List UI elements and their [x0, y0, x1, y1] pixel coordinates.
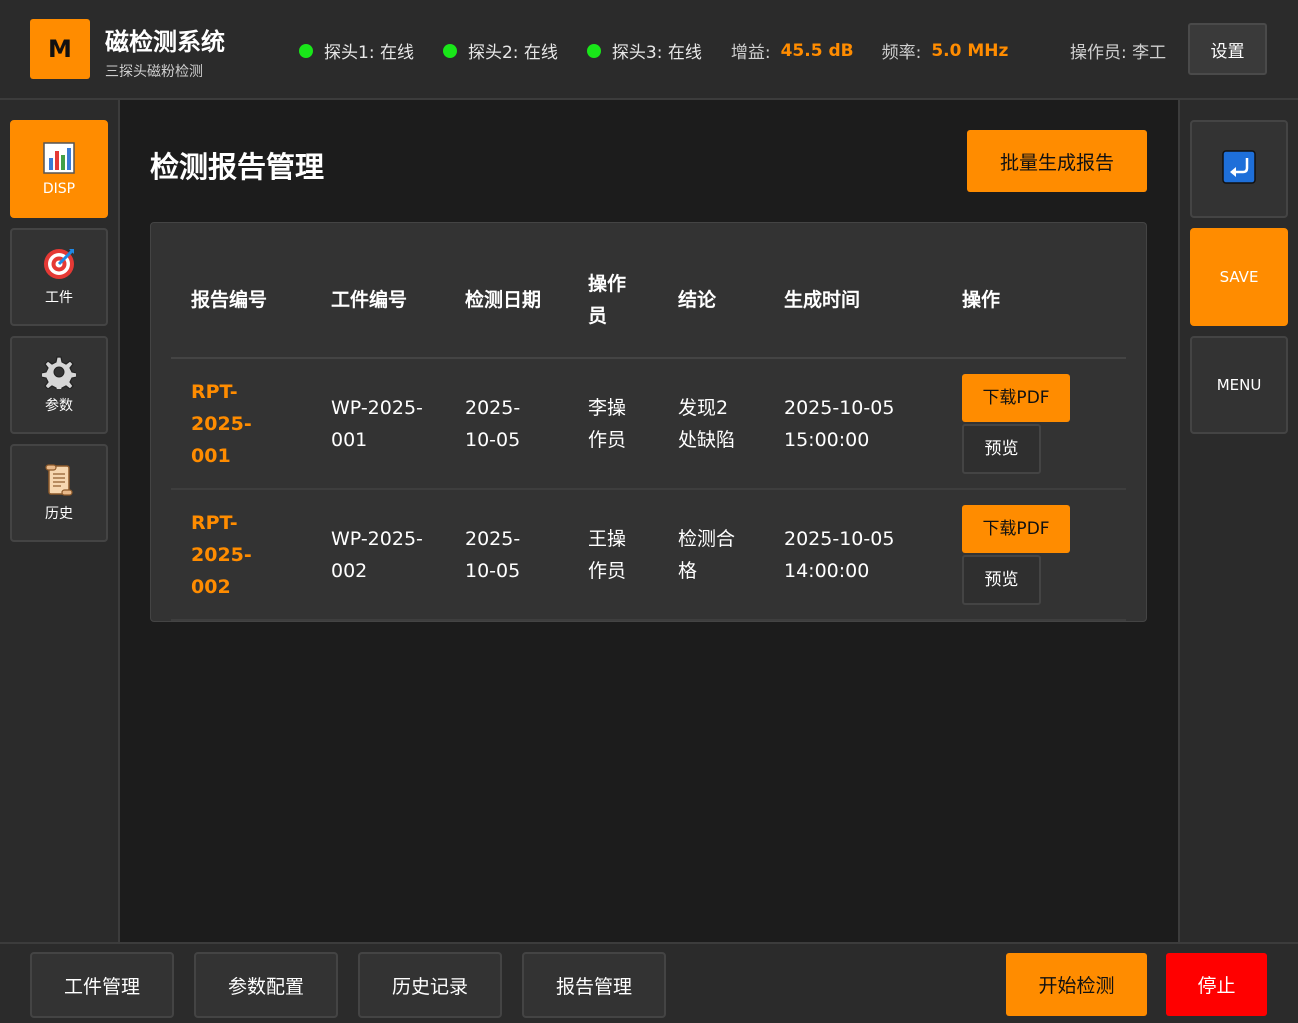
- actions-cell: 下载PDF 预览: [942, 358, 1126, 490]
- settings-button[interactable]: 设置: [1188, 23, 1267, 75]
- column-header: 生成时间: [764, 243, 942, 359]
- history-button[interactable]: 历史记录: [358, 952, 502, 1018]
- gain-readout: 增益: 45.5 dB: [730, 38, 854, 64]
- row-actions: 下载PDF 预览: [962, 504, 1106, 605]
- app-logo: M: [30, 19, 90, 79]
- column-header: 操作: [942, 243, 1126, 359]
- probe-status-2: 探头2: 在线: [442, 38, 558, 63]
- online-dot-icon: [299, 43, 313, 58]
- start-inspection-button[interactable]: 开始检测: [1006, 953, 1147, 1016]
- inspection-date: 2025-10-05: [445, 358, 568, 490]
- probe-status-1: 探头1: 在线: [299, 38, 414, 63]
- menu-button[interactable]: MENU: [1190, 336, 1288, 434]
- frequency-value: 5.0 MHz: [931, 40, 1009, 61]
- nav-item-workpiece[interactable]: 工件: [10, 228, 108, 326]
- return-icon: [1222, 150, 1256, 188]
- preview-button[interactable]: 预览: [962, 554, 1041, 605]
- workpiece-id: WP-2025-002: [311, 489, 445, 621]
- column-header: 报告编号: [171, 243, 311, 359]
- report-table: 报告编号 工件编号 检测日期 操作员 结论 生成时间 操作 RPT-2025-0…: [171, 243, 1126, 621]
- conclusion: 检测合格: [658, 489, 764, 621]
- nav-label: 历史: [45, 506, 73, 522]
- frequency-label: 频率:: [881, 43, 922, 63]
- actions-cell: 下载PDF 预览: [942, 489, 1126, 621]
- column-header: 工件编号: [311, 243, 445, 359]
- gain-value: 45.5 dB: [780, 40, 854, 61]
- parameter-config-button[interactable]: 参数配置: [194, 952, 338, 1018]
- right-sidebar: SAVE MENU: [1178, 100, 1298, 942]
- column-header: 检测日期: [445, 243, 568, 359]
- nav-item-params[interactable]: 参数: [10, 336, 108, 434]
- frequency-readout: 频率: 5.0 MHz: [881, 38, 1009, 64]
- column-header: 结论: [658, 243, 764, 359]
- preview-button[interactable]: 预览: [962, 423, 1041, 474]
- target-icon: [42, 247, 76, 281]
- save-button[interactable]: SAVE: [1190, 228, 1288, 326]
- conclusion: 发现2处缺陷: [658, 358, 764, 490]
- probe-status-3: 探头3: 在线: [586, 38, 702, 63]
- probe-label: 探头3: 在线: [611, 43, 702, 63]
- bar-chart-icon: [42, 141, 76, 175]
- app-title: 磁检测系统: [105, 28, 225, 56]
- probe-label: 探头2: 在线: [467, 43, 558, 63]
- operator-name: 李操作员: [568, 358, 658, 490]
- online-dot-icon: [442, 43, 457, 58]
- nav-label: DISP: [42, 181, 76, 197]
- report-id: RPT-2025-001: [171, 358, 311, 490]
- probe-label: 探头1: 在线: [324, 43, 414, 63]
- left-sidebar: DISP 工件 参数 历史: [0, 100, 120, 942]
- operator-name: 王操作员: [568, 489, 658, 621]
- gain-label: 增益:: [730, 43, 771, 63]
- page-title: 检测报告管理: [150, 150, 325, 184]
- status-bar: 探头1: 在线 探头2: 在线 探头3: 在线 增益: 45.5 dB 频率: …: [299, 38, 1036, 63]
- nav-item-disp[interactable]: DISP: [10, 120, 108, 218]
- main-content: 检测报告管理 批量生成报告 报告编号 工件编号 检测日期 操作员 结论 生成时间…: [120, 100, 1178, 942]
- return-button[interactable]: [1190, 120, 1288, 218]
- app-root: M 磁检测系统 三探头磁粉检测 探头1: 在线 探头2: 在线 探头3: 在线 …: [0, 0, 1298, 1023]
- generated-time: 2025-10-05 15:00:00: [764, 358, 942, 490]
- nav-label: 工件: [45, 290, 73, 306]
- gear-icon: [42, 355, 76, 389]
- row-actions: 下载PDF 预览: [962, 373, 1106, 474]
- table-row: RPT-2025-001 WP-2025-001 2025-10-05 李操作员…: [171, 358, 1126, 490]
- workpiece-management-button[interactable]: 工件管理: [30, 952, 174, 1018]
- table-row: RPT-2025-002 WP-2025-002 2025-10-05 王操作员…: [171, 489, 1126, 621]
- nav-item-history[interactable]: 历史: [10, 444, 108, 542]
- column-header: 操作员: [568, 243, 658, 359]
- download-pdf-button[interactable]: 下载PDF: [962, 504, 1070, 553]
- online-dot-icon: [586, 43, 601, 58]
- stop-button[interactable]: 停止: [1166, 953, 1267, 1016]
- report-table-panel: 报告编号 工件编号 检测日期 操作员 结论 生成时间 操作 RPT-2025-0…: [150, 222, 1147, 622]
- top-header: M 磁检测系统 三探头磁粉检测 探头1: 在线 探头2: 在线 探头3: 在线 …: [0, 0, 1298, 100]
- generated-time: 2025-10-05 14:00:00: [764, 489, 942, 621]
- nav-label: 参数: [45, 398, 73, 414]
- workpiece-id: WP-2025-001: [311, 358, 445, 490]
- download-pdf-button[interactable]: 下载PDF: [962, 373, 1070, 422]
- report-id: RPT-2025-002: [171, 489, 311, 621]
- table-header-row: 报告编号 工件编号 检测日期 操作员 结论 生成时间 操作: [171, 243, 1126, 359]
- scroll-icon: [42, 463, 76, 497]
- app-subtitle: 三探头磁粉检测: [105, 64, 203, 80]
- report-management-button[interactable]: 报告管理: [522, 952, 666, 1018]
- batch-generate-button[interactable]: 批量生成报告: [967, 130, 1147, 192]
- inspection-date: 2025-10-05: [445, 489, 568, 621]
- operator-label: 操作员: 李工: [1070, 43, 1167, 63]
- bottom-bar: 工件管理 参数配置 历史记录 报告管理 开始检测 停止: [0, 942, 1298, 1023]
